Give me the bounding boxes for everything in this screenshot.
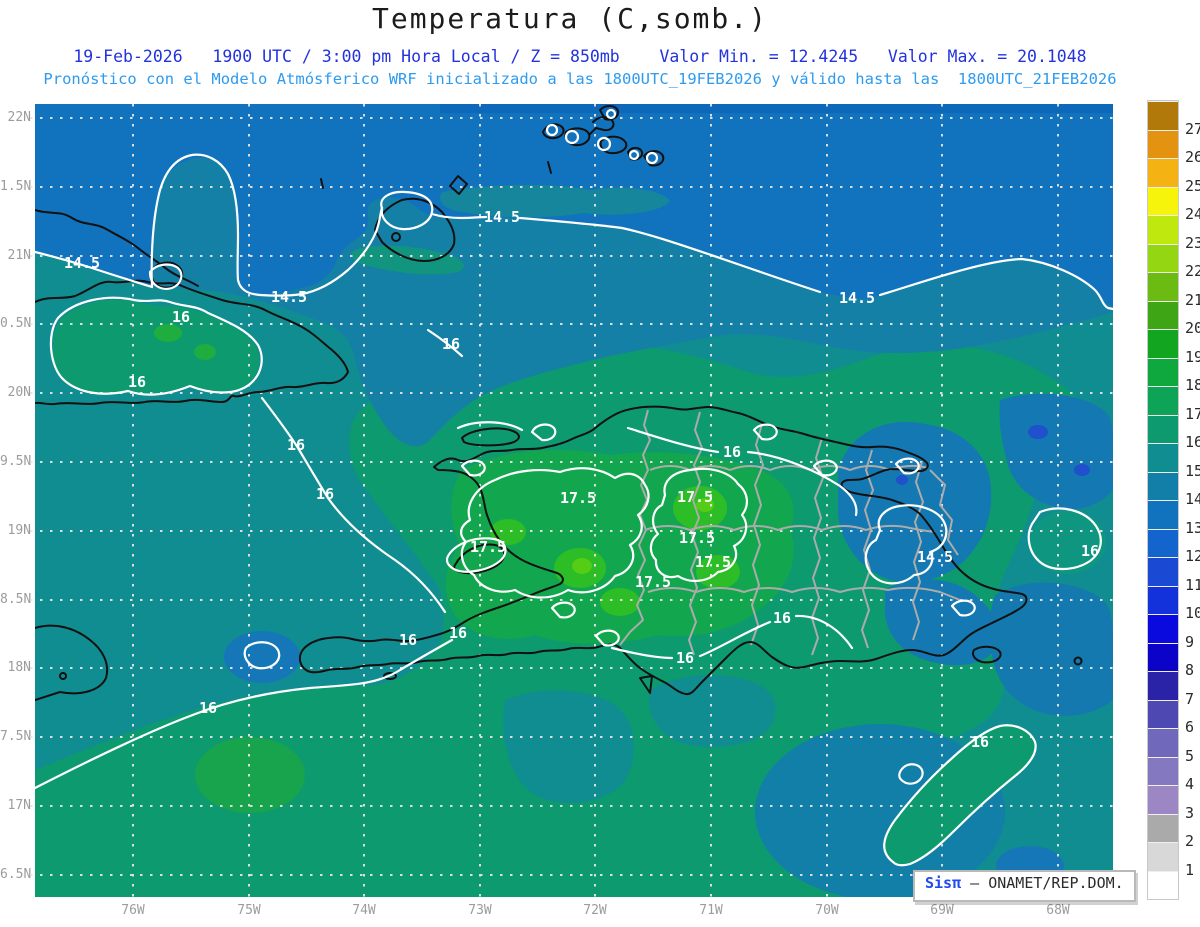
colorbar-cell bbox=[1148, 842, 1178, 871]
colorbar-label-23: 23 bbox=[1185, 233, 1200, 252]
colorbar-cell bbox=[1148, 870, 1178, 899]
colorbar-cell bbox=[1148, 386, 1178, 415]
colorbar-label-16: 16 bbox=[1185, 433, 1200, 451]
page-title: Temperatura (C,somb.) bbox=[371, 2, 768, 35]
colorbar-cell bbox=[1148, 813, 1178, 842]
contour-label-14.5: 14.5 bbox=[270, 288, 308, 306]
colorbar-label-15: 15 bbox=[1185, 461, 1200, 480]
colorbar-label-17: 17 bbox=[1185, 404, 1200, 423]
colorbar-cell bbox=[1148, 699, 1178, 728]
colorbar-label-25: 25 bbox=[1185, 176, 1200, 195]
contour-label-14.5: 14.5 bbox=[63, 254, 101, 272]
colorbar-cell bbox=[1148, 642, 1178, 671]
credit-box: Sisπ – ONAMET/REP.DOM. bbox=[913, 870, 1136, 902]
colorbar-cell bbox=[1148, 557, 1178, 586]
colorbar-cell bbox=[1148, 357, 1178, 386]
contour-label-16: 16 bbox=[198, 699, 218, 717]
contour-label-16: 16 bbox=[675, 649, 695, 667]
colorbar-label-8: 8 bbox=[1185, 661, 1195, 679]
colorbar-cell bbox=[1148, 186, 1178, 215]
contour-label-16: 16 bbox=[772, 609, 792, 627]
colorbar-label-3: 3 bbox=[1185, 803, 1195, 822]
colorbar-cell bbox=[1148, 414, 1178, 443]
colorbar-cell bbox=[1148, 158, 1178, 187]
colorbar-cell bbox=[1148, 300, 1178, 329]
colorbar-label-11: 11 bbox=[1185, 575, 1200, 594]
colorbar-label-20: 20 bbox=[1185, 319, 1200, 337]
contour-label-17.5: 17.5 bbox=[694, 553, 732, 571]
contour-label-16: 16 bbox=[441, 335, 461, 353]
colorbar-cell bbox=[1148, 471, 1178, 500]
colorbar-label-24: 24 bbox=[1185, 205, 1200, 223]
colorbar-label-27: 27 bbox=[1185, 119, 1200, 138]
colorbar-cell bbox=[1148, 671, 1178, 700]
colorbar-label-21: 21 bbox=[1185, 290, 1200, 309]
colorbar-cell bbox=[1148, 101, 1178, 130]
colorbar-label-14: 14 bbox=[1185, 490, 1200, 508]
contour-label-16: 16 bbox=[448, 624, 468, 642]
colorbar-label-6: 6 bbox=[1185, 718, 1195, 736]
contour-label-17.5: 17.5 bbox=[678, 529, 716, 547]
contour-label-14.5: 14.5 bbox=[838, 289, 876, 307]
contour-label-14.5: 14.5 bbox=[916, 548, 954, 566]
colorbar-cell bbox=[1148, 585, 1178, 614]
colorbar-label-1: 1 bbox=[1185, 860, 1195, 879]
credit-org: – ONAMET/REP.DOM. bbox=[961, 874, 1124, 892]
colorbar-label-2: 2 bbox=[1185, 832, 1195, 850]
colorbar-cell bbox=[1148, 272, 1178, 301]
contour-label-16: 16 bbox=[171, 308, 191, 326]
colorbar-cell bbox=[1148, 728, 1178, 757]
contour-label-16: 16 bbox=[398, 631, 418, 649]
colorbar-cell bbox=[1148, 215, 1178, 244]
colorbar-label-26: 26 bbox=[1185, 148, 1200, 166]
colorbar-cell bbox=[1148, 243, 1178, 272]
contour-label-16: 16 bbox=[1080, 542, 1100, 560]
colorbar-cell bbox=[1148, 614, 1178, 643]
contour-label-16: 16 bbox=[286, 436, 306, 454]
contour-label-17.5: 17.5 bbox=[676, 488, 714, 506]
colorbar-cell bbox=[1148, 756, 1178, 785]
contour-label-16: 16 bbox=[127, 373, 147, 391]
colorbar-label-5: 5 bbox=[1185, 746, 1195, 765]
model-init-line: Pronóstico con el Modelo Atmósferico WRF… bbox=[43, 70, 1117, 88]
contour-label-16: 16 bbox=[315, 485, 335, 503]
contour-label-17.5: 17.5 bbox=[559, 489, 597, 507]
temperature-colorbar bbox=[1147, 100, 1179, 900]
contour-label-17.5: 17.5 bbox=[469, 538, 507, 556]
colorbar-cell bbox=[1148, 129, 1178, 158]
colorbar-cell bbox=[1148, 329, 1178, 358]
colorbar-label-9: 9 bbox=[1185, 632, 1195, 651]
weather-map-page: Temperatura (C,somb.) 19-Feb-2026 1900 U… bbox=[0, 0, 1200, 927]
contour-label-16: 16 bbox=[722, 443, 742, 461]
colorbar-cell bbox=[1148, 500, 1178, 529]
colorbar-label-12: 12 bbox=[1185, 547, 1200, 565]
colorbar-label-4: 4 bbox=[1185, 775, 1195, 793]
valid-time-line: 19-Feb-2026 1900 UTC / 3:00 pm Hora Loca… bbox=[73, 47, 1087, 66]
contour-label-16: 16 bbox=[970, 733, 990, 751]
colorbar-label-22: 22 bbox=[1185, 262, 1200, 280]
colorbar-label-18: 18 bbox=[1185, 376, 1200, 394]
contour-label-14.5: 14.5 bbox=[483, 208, 521, 226]
colorbar-label-7: 7 bbox=[1185, 689, 1195, 708]
contour-label-17.5: 17.5 bbox=[634, 573, 672, 591]
colorbar-label-19: 19 bbox=[1185, 347, 1200, 366]
colorbar-cell bbox=[1148, 785, 1178, 814]
colorbar-cell bbox=[1148, 443, 1178, 472]
colorbar-label-10: 10 bbox=[1185, 604, 1200, 622]
sispi-logo: Sisπ bbox=[925, 874, 962, 892]
colorbar-label-13: 13 bbox=[1185, 518, 1200, 537]
colorbar-cell bbox=[1148, 528, 1178, 557]
